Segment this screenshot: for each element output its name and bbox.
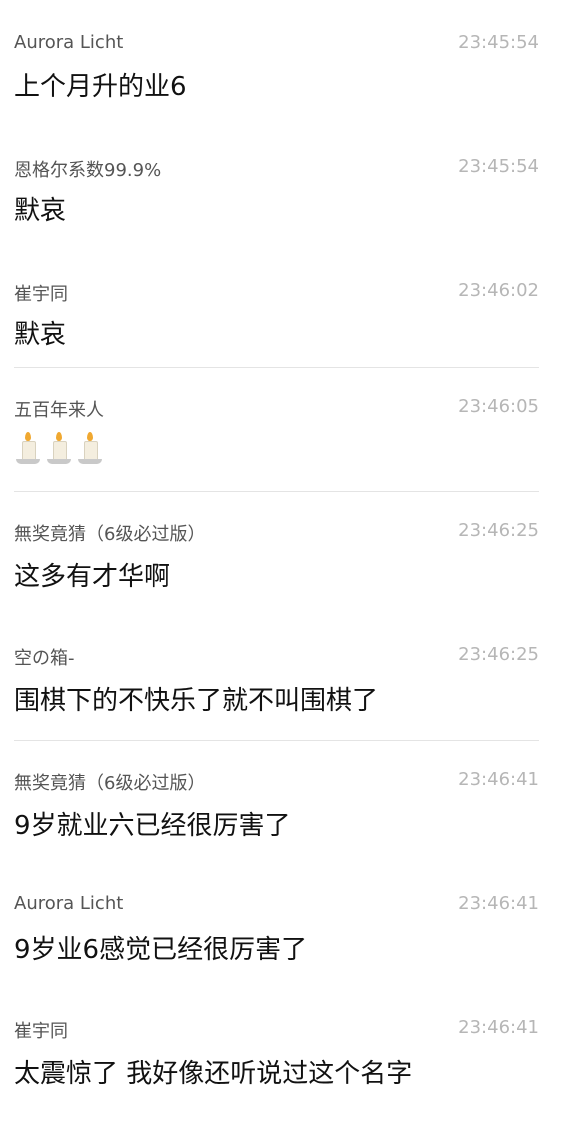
message-item[interactable]: 五百年来人 23:46:05: [0, 367, 566, 491]
sender-name[interactable]: Aurora Licht: [14, 893, 123, 914]
message-item[interactable]: 恩格尔系数99.9% 23:45:54 默哀: [0, 130, 566, 254]
message-timestamp: 23:46:41: [458, 769, 539, 790]
message-timestamp: 23:46:25: [458, 644, 539, 665]
candle-icon: [77, 432, 103, 466]
sender-name[interactable]: 五百年来人: [14, 396, 104, 422]
message-timestamp: 23:46:41: [458, 1017, 539, 1038]
message-timestamp: 23:46:25: [458, 520, 539, 541]
message-text: 围棋下的不快乐了就不叫围棋了: [14, 686, 379, 716]
message-text: 9岁业6感觉已经很厉害了: [14, 935, 308, 965]
message-timestamp: 23:45:54: [458, 156, 539, 177]
sender-name[interactable]: 無奖竟猜（6级必过版）: [14, 769, 205, 795]
message-item[interactable]: 空の箱- 23:46:25 围棋下的不快乐了就不叫围棋了: [0, 626, 566, 750]
message-text: 默哀: [14, 196, 67, 226]
emoji-message: [15, 432, 103, 466]
candle-icon: [15, 432, 41, 466]
message-item[interactable]: 崔宇同 23:46:41 太震惊了 我好像还听说过这个名字: [0, 999, 566, 1123]
message-text: 这多有才华啊: [14, 562, 171, 592]
message-item[interactable]: Aurora Licht 23:46:41 9岁业6感觉已经很厉害了: [0, 875, 566, 999]
sender-name[interactable]: 無奖竟猜（6级必过版）: [14, 520, 205, 546]
message-text: 默哀: [14, 320, 67, 350]
message-item[interactable]: 無奖竟猜（6级必过版） 23:46:25 这多有才华啊: [0, 491, 566, 615]
message-divider: [14, 740, 539, 741]
message-text: 上个月升的业6: [14, 72, 187, 102]
message-divider: [14, 367, 539, 368]
message-item[interactable]: Aurora Licht 23:45:54 上个月升的业6: [0, 6, 566, 130]
sender-name[interactable]: 恩格尔系数99.9%: [14, 156, 161, 182]
message-timestamp: 23:46:05: [458, 396, 539, 417]
sender-name[interactable]: Aurora Licht: [14, 32, 123, 53]
message-text: 9岁就业六已经很厉害了: [14, 811, 291, 841]
message-timestamp: 23:46:41: [458, 893, 539, 914]
message-timestamp: 23:46:02: [458, 280, 539, 301]
message-divider: [14, 491, 539, 492]
message-item[interactable]: 無奖竟猜（6级必过版） 23:46:41 9岁就业六已经很厉害了: [0, 740, 566, 864]
message-timestamp: 23:45:54: [458, 32, 539, 53]
chat-message-list[interactable]: Aurora Licht 23:45:54 上个月升的业6 恩格尔系数99.9%…: [0, 0, 566, 1105]
message-text: 太震惊了 我好像还听说过这个名字: [14, 1059, 413, 1089]
message-item[interactable]: 崔宇同 23:46:02 默哀: [0, 254, 566, 378]
sender-name[interactable]: 崔宇同: [14, 1017, 68, 1043]
sender-name[interactable]: 空の箱-: [14, 644, 75, 670]
sender-name[interactable]: 崔宇同: [14, 280, 68, 306]
candle-icon: [46, 432, 72, 466]
